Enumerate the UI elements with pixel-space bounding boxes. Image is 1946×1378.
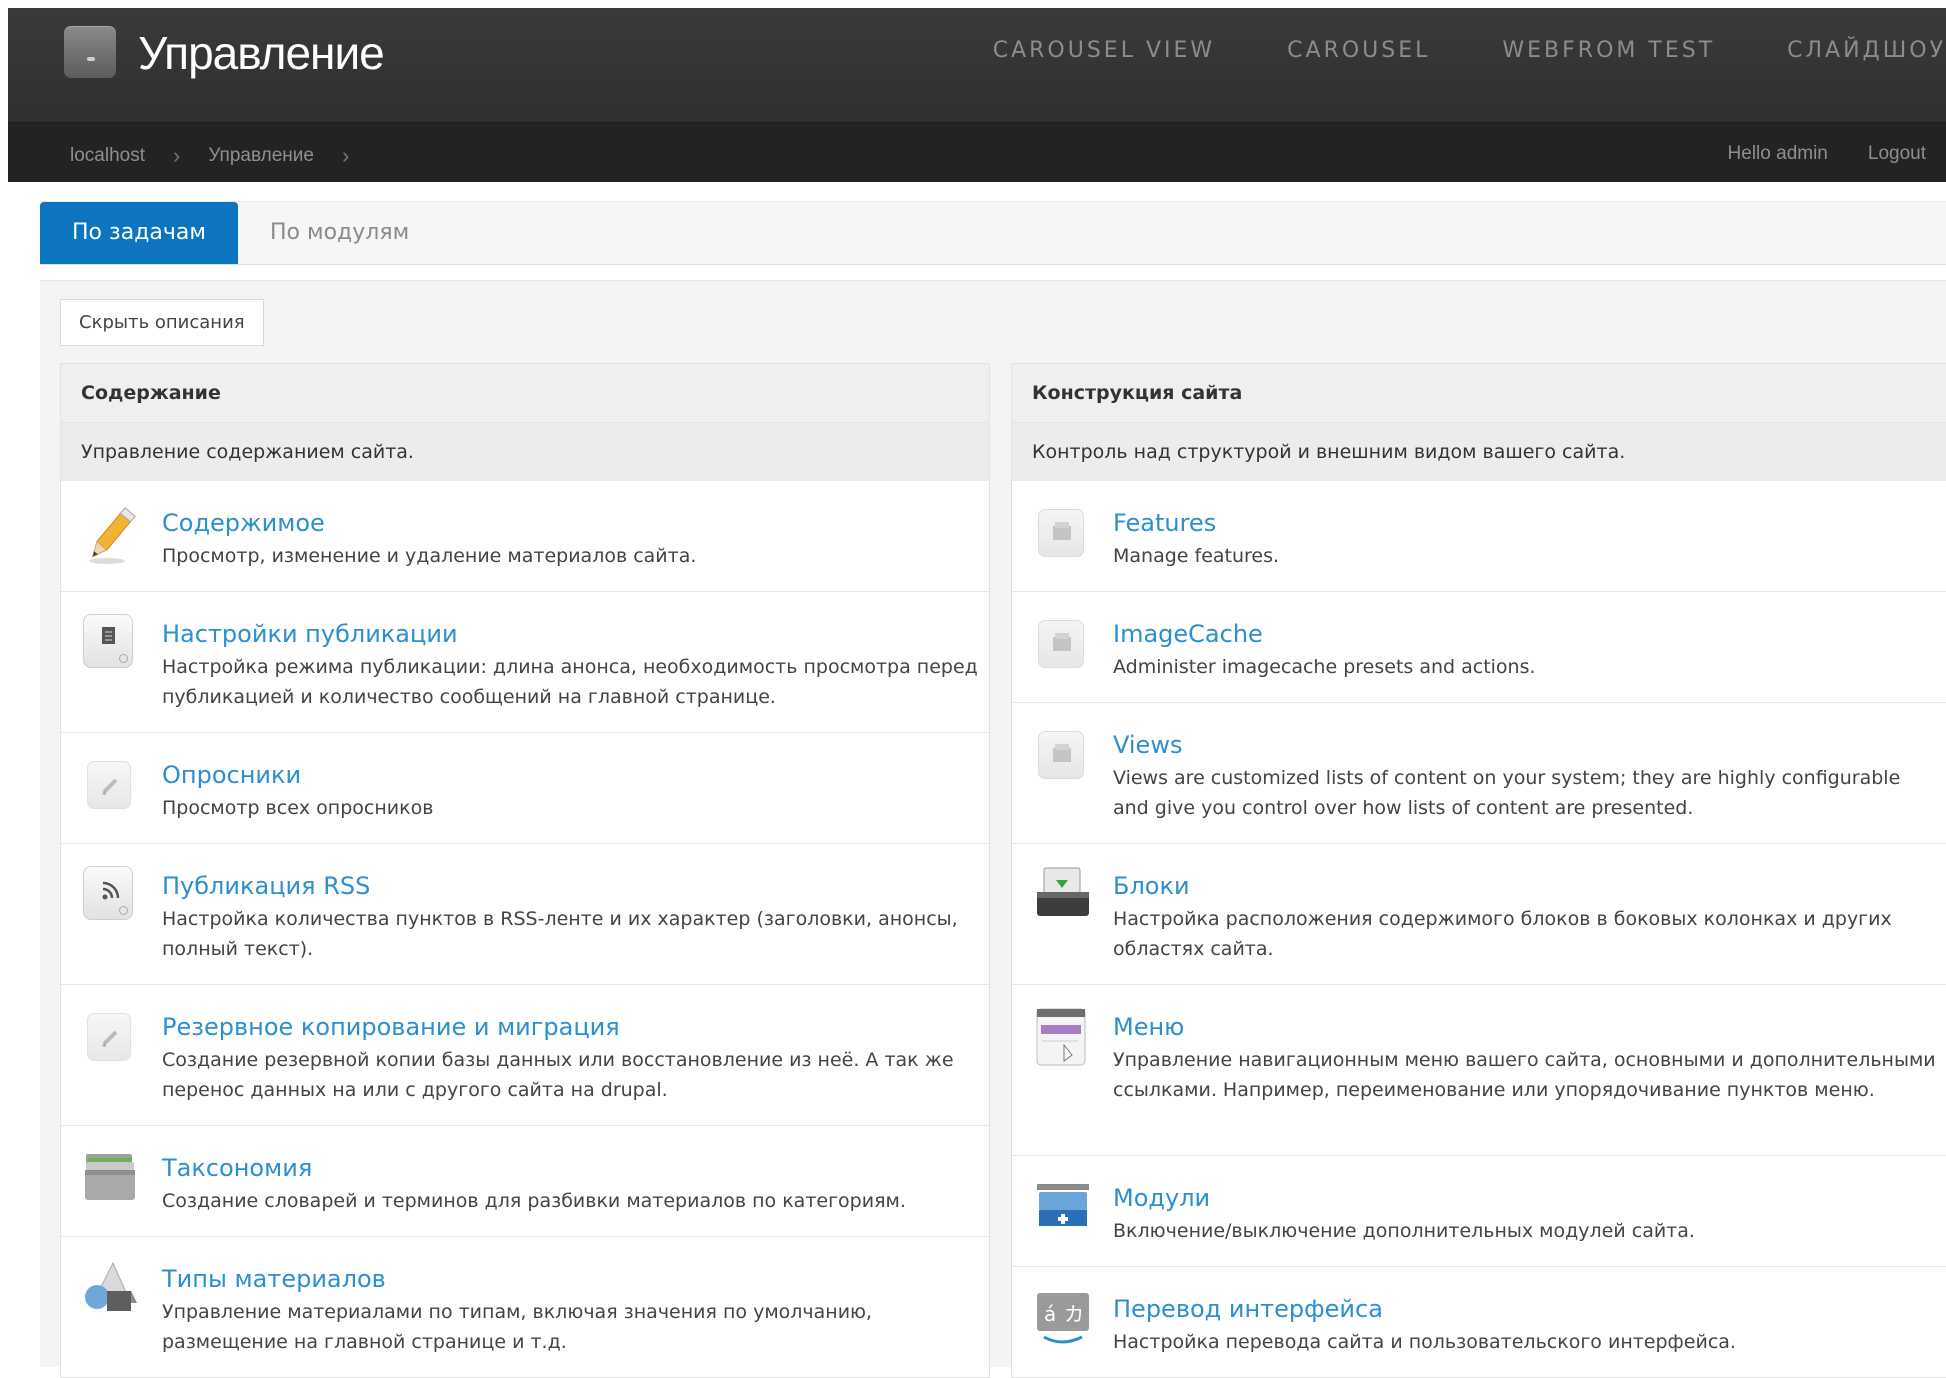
svg-text:á: á	[1044, 1302, 1056, 1326]
translate-icon: áカ	[1034, 1289, 1089, 1345]
nav-carousel[interactable]: CAROUSEL	[1287, 38, 1430, 63]
list-item: Резервное копирование и миграция Создани…	[61, 985, 989, 1126]
tab-by-modules[interactable]: По модулям	[270, 202, 409, 264]
item-description: Views are customized lists of content on…	[1113, 767, 1901, 819]
pencil-icon	[83, 503, 136, 564]
module-box-icon	[1034, 614, 1086, 670]
item-title-taxonomy[interactable]: Таксономия	[162, 1154, 312, 1182]
item-title-menu[interactable]: Меню	[1113, 1013, 1184, 1041]
item-title-imagecache[interactable]: ImageCache	[1113, 620, 1263, 648]
panel-description: Управление содержанием сайта.	[61, 423, 989, 481]
tab-bar: По задачам По модулям	[40, 201, 1946, 265]
item-description: Настройка количества пунктов в RSS-ленте…	[162, 908, 958, 960]
item-title-blocks[interactable]: Блоки	[1113, 872, 1190, 900]
menu-icon	[1034, 1007, 1086, 1066]
list-item: Публикация RSS Настройка количества пунк…	[61, 844, 989, 985]
list-item: Views Views are customized lists of cont…	[1012, 703, 1946, 844]
list-item: Меню Управление навигационным меню вашег…	[1012, 985, 1946, 1156]
sub-bar: localhost › Управление › Hello admin Log…	[8, 122, 1946, 182]
item-description: Настройка режима публикации: длина анонс…	[162, 656, 978, 708]
top-navigation: CAROUSEL VIEW CAROUSEL WEBFROM TEST СЛАЙ…	[921, 38, 1946, 63]
module-box-icon	[1034, 503, 1086, 559]
item-title-backup-migrate[interactable]: Резервное копирование и миграция	[162, 1013, 620, 1041]
list-item: Features Manage features.	[1012, 481, 1946, 592]
user-greeting[interactable]: Hello admin	[1728, 143, 1828, 165]
list-item: Таксономия Создание словарей и терминов …	[61, 1126, 989, 1237]
list-item: áカ Перевод интерфейса Настройка перевода…	[1012, 1267, 1946, 1377]
nav-slideshow[interactable]: СЛАЙДШОУ	[1787, 38, 1946, 63]
item-description: Manage features.	[1113, 545, 1280, 567]
folders-icon	[83, 1148, 135, 1204]
rss-icon	[83, 866, 135, 922]
breadcrumb-admin[interactable]: Управление	[208, 145, 314, 167]
main-content: Скрыть описания Содержание Управление со…	[40, 280, 1946, 1378]
item-description: Administer imagecache presets and action…	[1113, 656, 1536, 678]
item-title-views[interactable]: Views	[1113, 731, 1182, 759]
tab-by-tasks[interactable]: По задачам	[40, 202, 238, 264]
breadcrumb-home[interactable]: localhost	[70, 145, 145, 167]
panel-title: Содержание	[61, 364, 989, 423]
pencil-faded-icon	[83, 755, 135, 811]
breadcrumb: localhost › Управление ›	[70, 143, 377, 169]
item-title-interface-translation[interactable]: Перевод интерфейса	[1113, 1295, 1383, 1323]
pencil-faded-icon	[83, 1007, 135, 1063]
nav-carousel-view[interactable]: CAROUSEL VIEW	[993, 38, 1215, 63]
list-item: Модули Включение/выключение дополнительн…	[1012, 1156, 1946, 1267]
item-description: Просмотр всех опросников	[162, 797, 434, 819]
item-title-features[interactable]: Features	[1113, 509, 1216, 537]
item-description: Просмотр, изменение и удаление материало…	[162, 545, 697, 567]
item-description: Создание словарей и терминов для разбивк…	[162, 1190, 906, 1212]
module-box-icon	[1034, 725, 1086, 781]
item-title-content-types[interactable]: Типы материалов	[162, 1265, 386, 1293]
site-building-panel: Конструкция сайта Контроль над структуро…	[1011, 363, 1946, 1378]
svg-text:カ: カ	[1064, 1302, 1084, 1326]
item-title-content[interactable]: Содержимое	[162, 509, 325, 537]
item-description: Настройка перевода сайта и пользовательс…	[1113, 1331, 1736, 1353]
item-description: Управление материалами по типам, включая…	[162, 1301, 873, 1353]
item-title-modules[interactable]: Модули	[1113, 1184, 1210, 1212]
logout-link[interactable]: Logout	[1868, 143, 1926, 165]
panel-title: Конструкция сайта	[1012, 364, 1946, 423]
site-header: Управление CAROUSEL VIEW CAROUSEL WEBFRO…	[8, 8, 1946, 182]
blocks-icon	[1034, 866, 1089, 922]
item-title-publishing-settings[interactable]: Настройки публикации	[162, 620, 458, 648]
shapes-icon	[83, 1259, 137, 1315]
item-description: Управление навигационным меню вашего сай…	[1113, 1049, 1936, 1101]
site-logo-icon[interactable]	[64, 26, 116, 78]
breadcrumb-separator: ›	[173, 143, 181, 168]
list-item: Содержимое Просмотр, изменение и удалени…	[61, 481, 989, 592]
hide-descriptions-button[interactable]: Скрыть описания	[60, 299, 264, 346]
breadcrumb-separator: ›	[341, 143, 350, 168]
list-item: Опросники Просмотр всех опросников	[61, 733, 989, 844]
content-panel: Содержание Управление содержанием сайта.…	[60, 363, 990, 1378]
document-icon	[83, 614, 135, 670]
list-item: Типы материалов Управление материалами п…	[61, 1237, 989, 1377]
item-title-rss[interactable]: Публикация RSS	[162, 872, 370, 900]
item-description: Настройка расположения содержимого блоко…	[1113, 908, 1892, 960]
panel-description: Контроль над структурой и внешним видом …	[1012, 423, 1946, 481]
item-description: Включение/выключение дополнительных моду…	[1113, 1220, 1695, 1242]
user-links: Hello admin Logout	[1688, 143, 1926, 165]
site-title[interactable]: Управление	[138, 26, 385, 80]
modules-icon	[1034, 1178, 1089, 1234]
list-item: ImageCache Administer imagecache presets…	[1012, 592, 1946, 703]
nav-webfrom-test[interactable]: WEBFROM TEST	[1502, 38, 1715, 63]
item-title-polls[interactable]: Опросники	[162, 761, 301, 789]
item-description: Создание резервной копии базы данных или…	[162, 1049, 954, 1101]
list-item: Настройки публикации Настройка режима пу…	[61, 592, 989, 733]
list-item: Блоки Настройка расположения содержимого…	[1012, 844, 1946, 985]
